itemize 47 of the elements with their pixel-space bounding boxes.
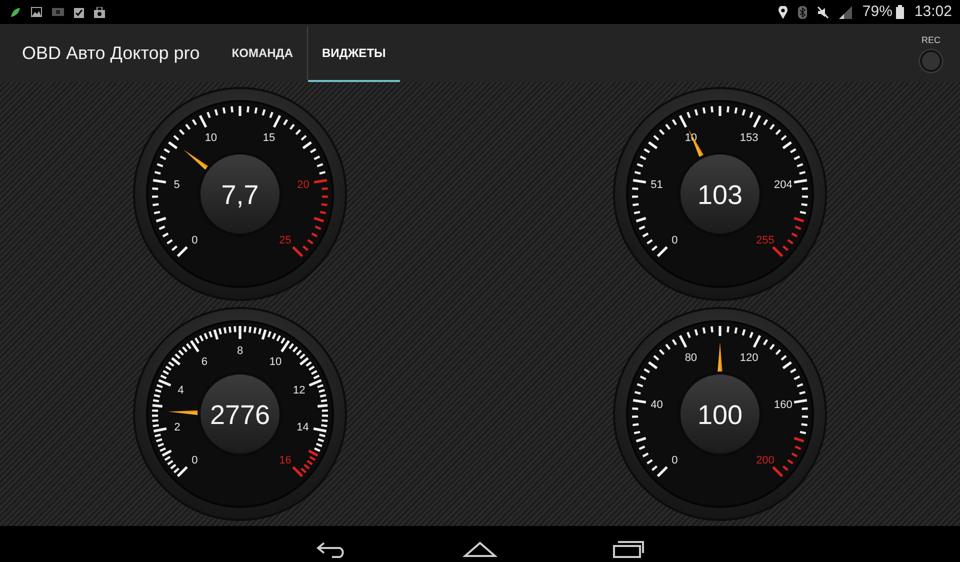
scale-label: 0 — [672, 234, 678, 246]
scale-label: 2 — [174, 421, 180, 434]
scale-label: 8 — [236, 345, 244, 357]
battery-icon — [896, 5, 904, 19]
scale-label: 25 — [279, 234, 292, 246]
gauge-reading: 2776 — [210, 400, 270, 430]
clipboard-check-icon — [74, 6, 84, 18]
scale-label: 12 — [293, 384, 306, 396]
scale-label: 200 — [756, 454, 774, 466]
rec-label: REC — [921, 34, 940, 48]
recent-apps-icon[interactable] — [612, 540, 644, 558]
bag-icon — [94, 6, 105, 18]
scale-label: 15 — [262, 132, 276, 144]
scale-label: 5 — [174, 179, 180, 191]
scale-label: 204 — [774, 179, 792, 191]
clock-time: 13:02 — [914, 2, 952, 22]
scale-label: 0 — [192, 454, 198, 466]
bluetooth-icon — [798, 6, 808, 18]
image-icon — [31, 7, 42, 17]
scale-label: 0 — [192, 234, 198, 246]
scale-label: 160 — [774, 399, 792, 411]
scale-label: 80 — [684, 352, 698, 364]
location-pin-icon — [778, 6, 788, 18]
scale-label: 20 — [297, 179, 310, 191]
film-icon — [52, 7, 64, 17]
leaf-icon — [10, 6, 21, 18]
scale-label: 10 — [269, 356, 282, 368]
home-icon[interactable] — [463, 540, 497, 556]
tab[interactable]: КОМАНДА — [218, 24, 307, 82]
battery-percent: 79% — [862, 2, 892, 22]
scale-label: 40 — [650, 399, 663, 411]
gauge-reading: 100 — [697, 400, 743, 430]
muted-speaker-icon — [817, 6, 830, 18]
gauge-reading: 7,7 — [221, 180, 259, 210]
scale-label: 6 — [201, 356, 208, 368]
scale-label: 14 — [296, 421, 309, 434]
app-title: OBD Авто Доктор pro — [22, 42, 200, 65]
signal-icon — [839, 6, 852, 18]
scale-label: 10 — [204, 132, 218, 144]
scale-label: 153 — [740, 132, 758, 144]
scale-label: 120 — [740, 352, 758, 364]
scale-label: 16 — [279, 454, 292, 466]
scale-label: 51 — [650, 179, 663, 191]
scale-label: 4 — [178, 384, 184, 396]
gauge-reading: 103 — [697, 180, 743, 210]
scale-label: 0 — [672, 454, 678, 466]
scale-label: 255 — [756, 234, 774, 246]
